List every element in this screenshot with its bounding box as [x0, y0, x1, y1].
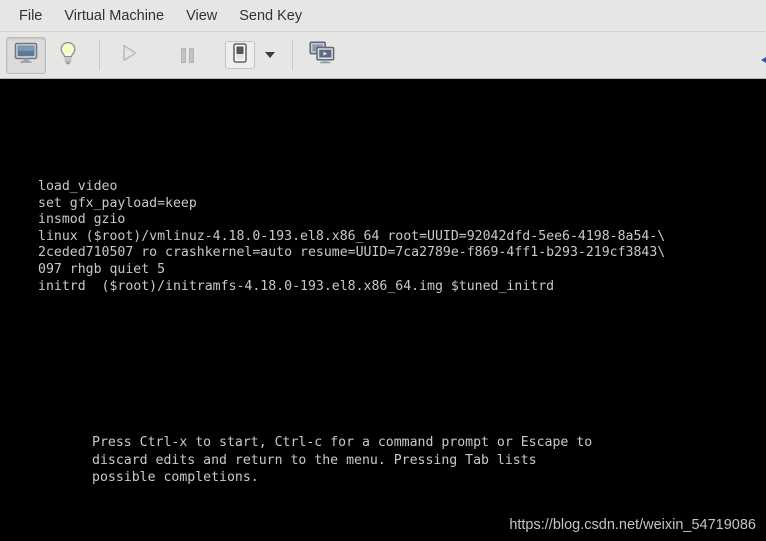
pause-icon	[180, 47, 194, 63]
multi-monitor-icon	[309, 40, 335, 70]
grub-edit-text: load_video set gfx_payload=keep insmod g…	[38, 179, 665, 295]
grub-line: 2ceded710507 ro crashkernel=auto resume=…	[38, 245, 666, 261]
vm-console-screen[interactable]: load_video set gfx_payload=keep insmod g…	[0, 79, 766, 541]
shutdown-menu-button[interactable]	[257, 38, 283, 72]
watermark-url: https://blog.csdn.net/weixin_54719086	[509, 517, 756, 533]
snapshots-button[interactable]	[302, 37, 342, 74]
shutdown-button[interactable]	[225, 41, 255, 69]
help-line: possible completions.	[92, 470, 259, 485]
grub-line: set gfx_payload=keep	[38, 195, 197, 211]
menu-file[interactable]: File	[10, 5, 51, 27]
help-line: discard edits and return to the menu. Pr…	[92, 452, 537, 468]
grub-help-text: Press Ctrl-x to start, Ctrl-c for a comm…	[92, 434, 592, 487]
toolbar-overflow-arrow[interactable]	[761, 54, 766, 66]
chevron-right-icon	[761, 54, 766, 66]
chevron-down-icon	[265, 52, 275, 58]
lightbulb-icon	[57, 41, 79, 70]
grub-line: load_video	[38, 179, 118, 194]
toolbar	[0, 32, 766, 79]
power-switch-icon	[233, 42, 247, 68]
menu-bar: File Virtual Machine View Send Key	[0, 0, 766, 32]
menu-view[interactable]: View	[177, 5, 226, 27]
menu-send-key[interactable]: Send Key	[230, 5, 311, 27]
grub-line: 097 rhgb quiet 5	[38, 261, 166, 277]
grub-line: initrd ($root)/initramfs-4.18.0-193.el8.…	[38, 278, 555, 294]
pause-button[interactable]	[167, 37, 207, 74]
run-button[interactable]	[109, 37, 149, 74]
toolbar-separator-2	[292, 40, 293, 70]
toolbar-separator-1	[99, 40, 100, 70]
monitor-icon	[14, 42, 38, 69]
play-icon	[118, 42, 140, 69]
vm-console-window: File Virtual Machine View Send Key load_…	[0, 0, 766, 541]
menu-virtual-machine[interactable]: Virtual Machine	[55, 5, 173, 27]
show-details-button[interactable]	[48, 37, 88, 74]
grub-line: insmod gzio	[38, 212, 126, 228]
show-console-button[interactable]	[6, 36, 46, 74]
help-line: Press Ctrl-x to start, Ctrl-c for a comm…	[92, 435, 593, 450]
grub-line: linux ($root)/vmlinuz-4.18.0-193.el8.x86…	[38, 228, 666, 244]
